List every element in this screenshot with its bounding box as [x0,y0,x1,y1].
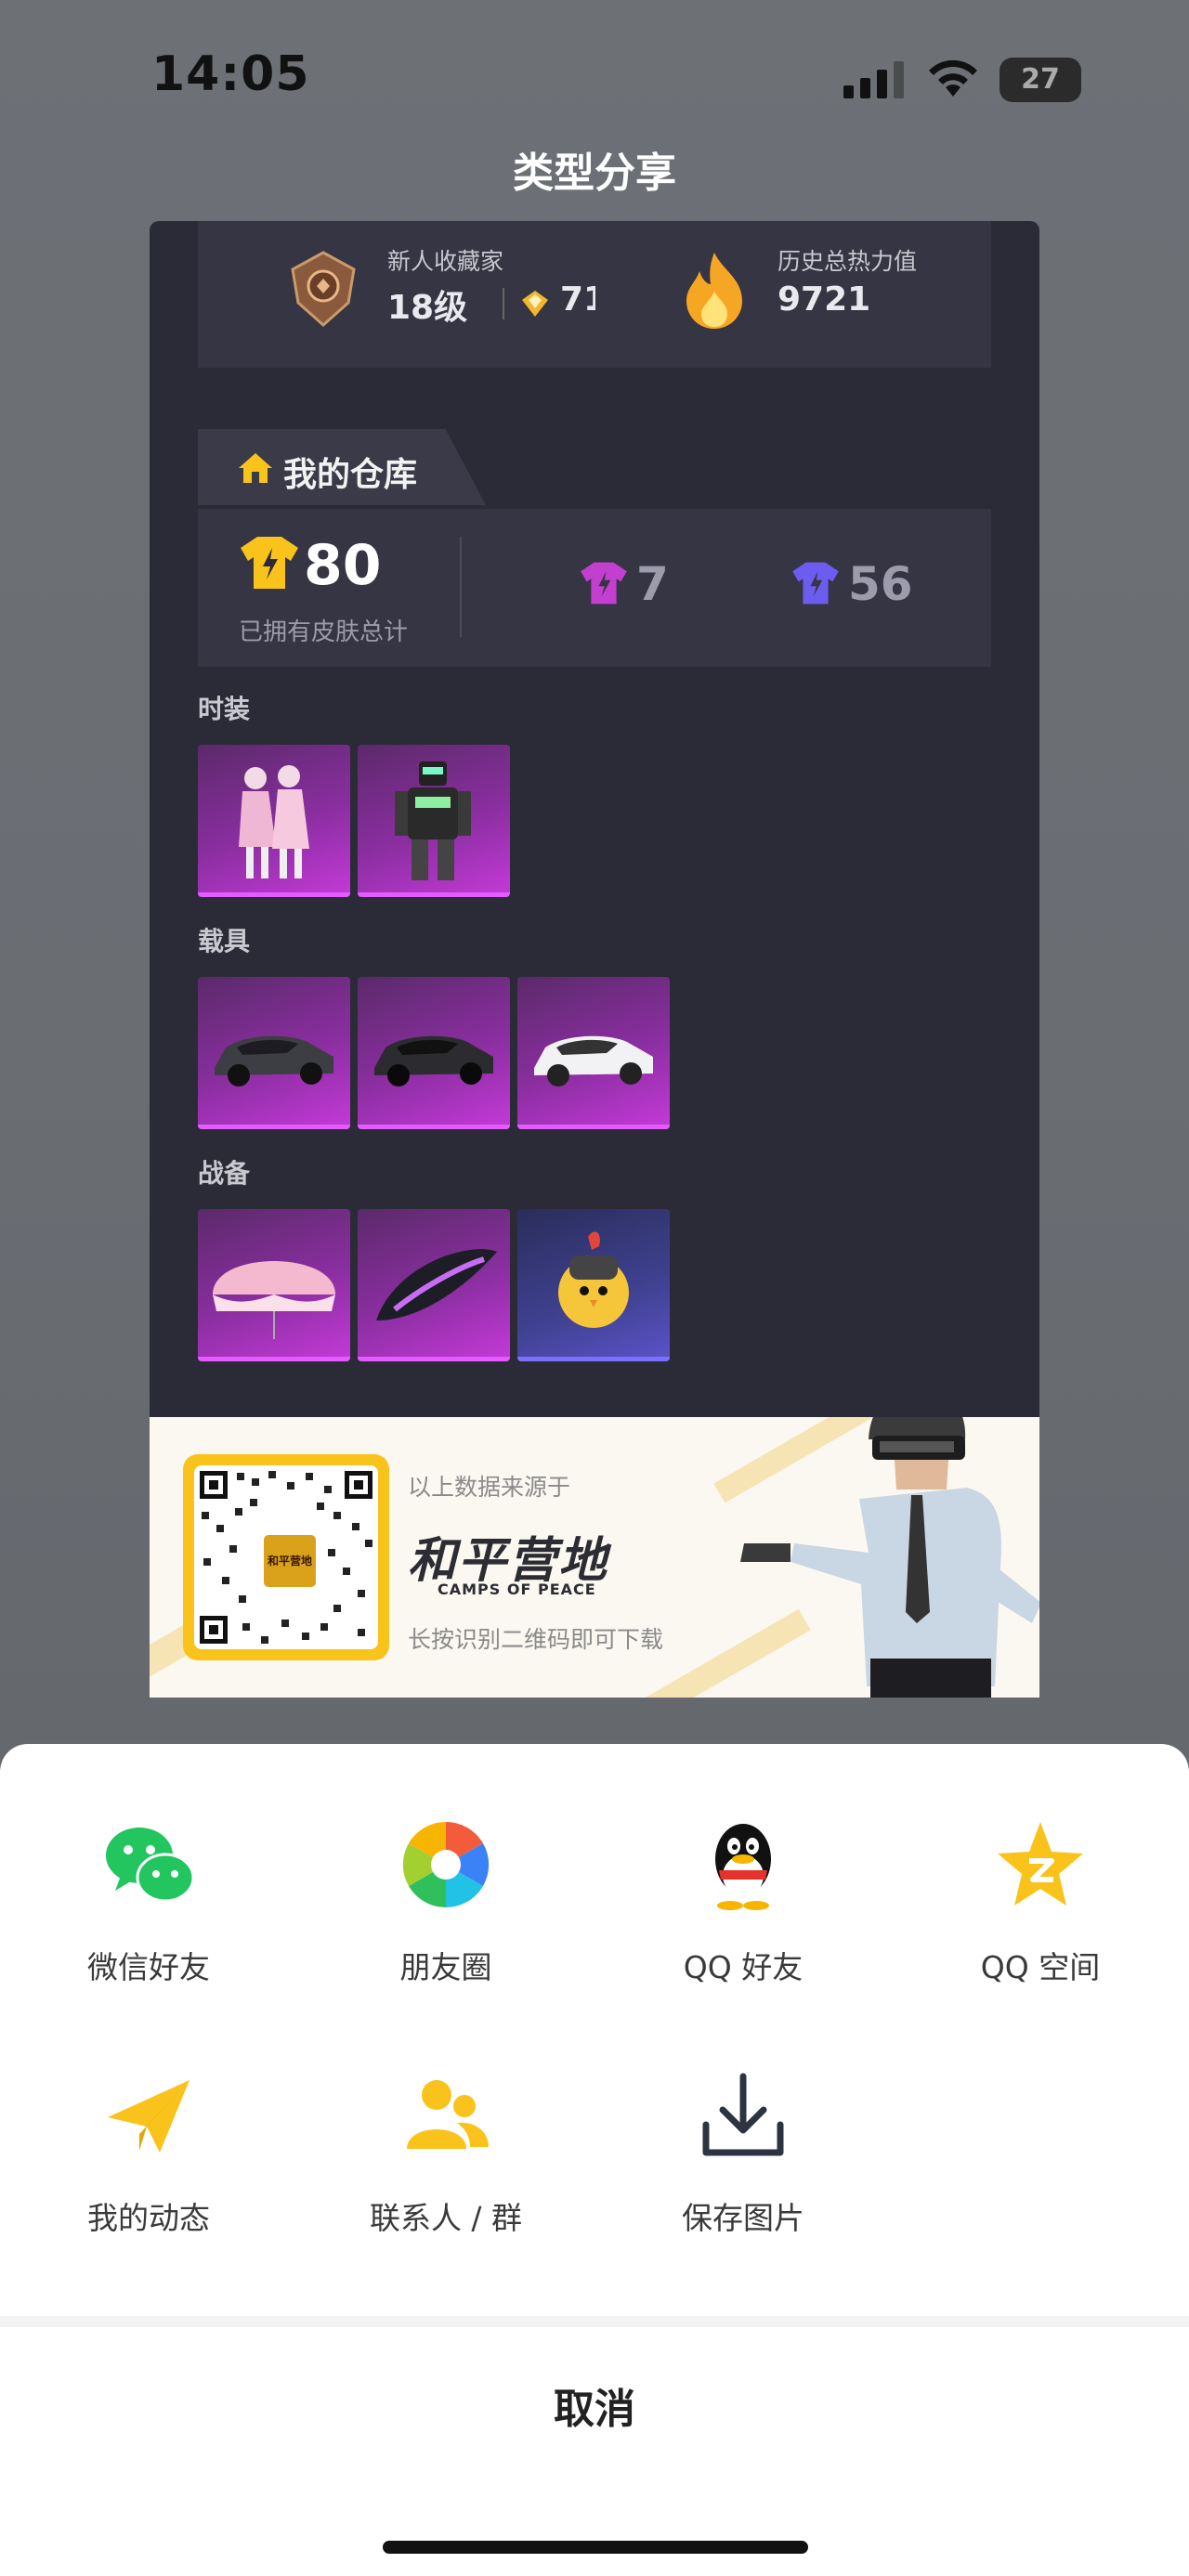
skin-summary: 80 已拥有皮肤总计 7 56 [198,509,991,667]
share-label: QQ 好友 [683,1949,804,1985]
vehicle-tile[interactable] [358,977,510,1129]
glider-icon [376,1249,497,1321]
cancel-button[interactable]: 取消 [0,2375,1189,2435]
wifi-icon [929,59,977,97]
page-title: 类型分享 [513,150,676,197]
source-text: 以上数据来源于 [408,1474,571,1501]
qr-hint: 长按识别二维码即可下载 [408,1626,664,1653]
share-qzone[interactable]: QQ 空间 [929,1818,1152,1985]
fire-icon [686,253,742,329]
heat-value: 9721 [777,280,871,319]
divider [460,537,462,637]
total-skins: 80 [304,533,382,598]
chick-mascot-icon [558,1231,629,1328]
category-label-vehicles: 载具 [198,926,251,956]
gear-tile[interactable] [198,1209,350,1361]
share-label: 保存图片 [682,2200,804,2236]
home-icon [239,453,272,483]
gem-icon [522,291,548,317]
share-save-image[interactable]: 保存图片 [632,2069,855,2236]
share-card: 新人收藏家 18级 7112 历史总热力值 9721 我的仓库 80 已拥有皮肤… [150,221,1039,1698]
qq-icon [715,1824,771,1910]
moments-icon [401,1820,490,1909]
outfit-figure-icon [239,765,309,878]
gear-tile[interactable] [517,1209,670,1361]
car-icon [534,1035,653,1086]
car-icon [374,1035,493,1086]
download-icon [702,2073,784,2156]
outfit-tile[interactable] [358,745,510,897]
heat-stat-box: 历史总热力值 9721 [595,221,991,368]
collector-title: 新人收藏家 [387,248,504,275]
blue-skin-count: 56 [848,557,913,611]
purple-shirt-icon [581,562,627,605]
parachute-icon [213,1261,335,1339]
wechat-icon [106,1828,195,1903]
share-sheet: 微信好友 朋友圈 QQ 好友 QQ 空间 我的动态 联系人 / 群 保存图片 取… [0,1744,1189,2576]
category-label-gear: 战备 [198,1158,251,1189]
vehicle-tile[interactable] [517,977,670,1129]
outfit-figure-icon [395,761,471,880]
signal-icon [843,61,904,98]
gold-shirt-icon [241,537,298,589]
battery-icon: 27 [1000,58,1081,102]
contacts-icon [407,2080,489,2149]
qr-pattern: 和平营地 [194,1465,378,1649]
divider [0,2316,1189,2327]
share-label: 我的动态 [87,2200,210,2236]
share-label: 朋友圈 [399,1949,492,1985]
status-bar: 14:05 27 [0,0,1189,139]
qr-code[interactable]: 和平营地 [183,1454,389,1660]
warehouse-title: 我的仓库 [283,456,418,494]
purple-skin-count: 7 [636,557,669,611]
share-label: QQ 空间 [980,1949,1101,1985]
share-my-feed[interactable]: 我的动态 [37,2069,260,2236]
share-qq-friend[interactable]: QQ 好友 [632,1818,855,1985]
collector-level: 18级 [387,289,468,327]
share-wechat-friend[interactable]: 微信好友 [37,1818,260,1985]
category-label-outfits: 时装 [198,694,251,724]
warehouse-tab: 我的仓库 [198,429,486,505]
status-time: 14:05 [151,46,310,102]
footer-banner: 和平营地 以上数据来源于 和平营地 CAMPS OF PEACE 长按识别二维码… [150,1417,1039,1698]
heat-label: 历史总热力值 [777,248,918,275]
qzone-icon [998,1822,1083,1906]
vehicle-tile[interactable] [198,977,350,1129]
paper-plane-icon [108,2080,189,2153]
total-skins-label: 已拥有皮肤总计 [239,618,409,646]
share-contacts[interactable]: 联系人 / 群 [334,2069,557,2236]
brand-subtitle: CAMPS OF PEACE [438,1581,596,1598]
outfit-tile[interactable] [198,745,350,897]
rank-badge-icon [291,251,356,327]
share-label: 微信好友 [87,1949,210,1985]
app-logo: 和平营地 [261,1532,319,1590]
blue-shirt-icon [792,562,839,605]
home-indicator[interactable] [383,2541,808,2554]
car-icon [215,1035,333,1086]
share-moments[interactable]: 朋友圈 [334,1818,557,1985]
share-label: 联系人 / 群 [369,2200,523,2236]
gear-tile[interactable] [358,1209,510,1361]
divider [503,288,504,319]
soldier-character-icon [740,1417,1039,1698]
